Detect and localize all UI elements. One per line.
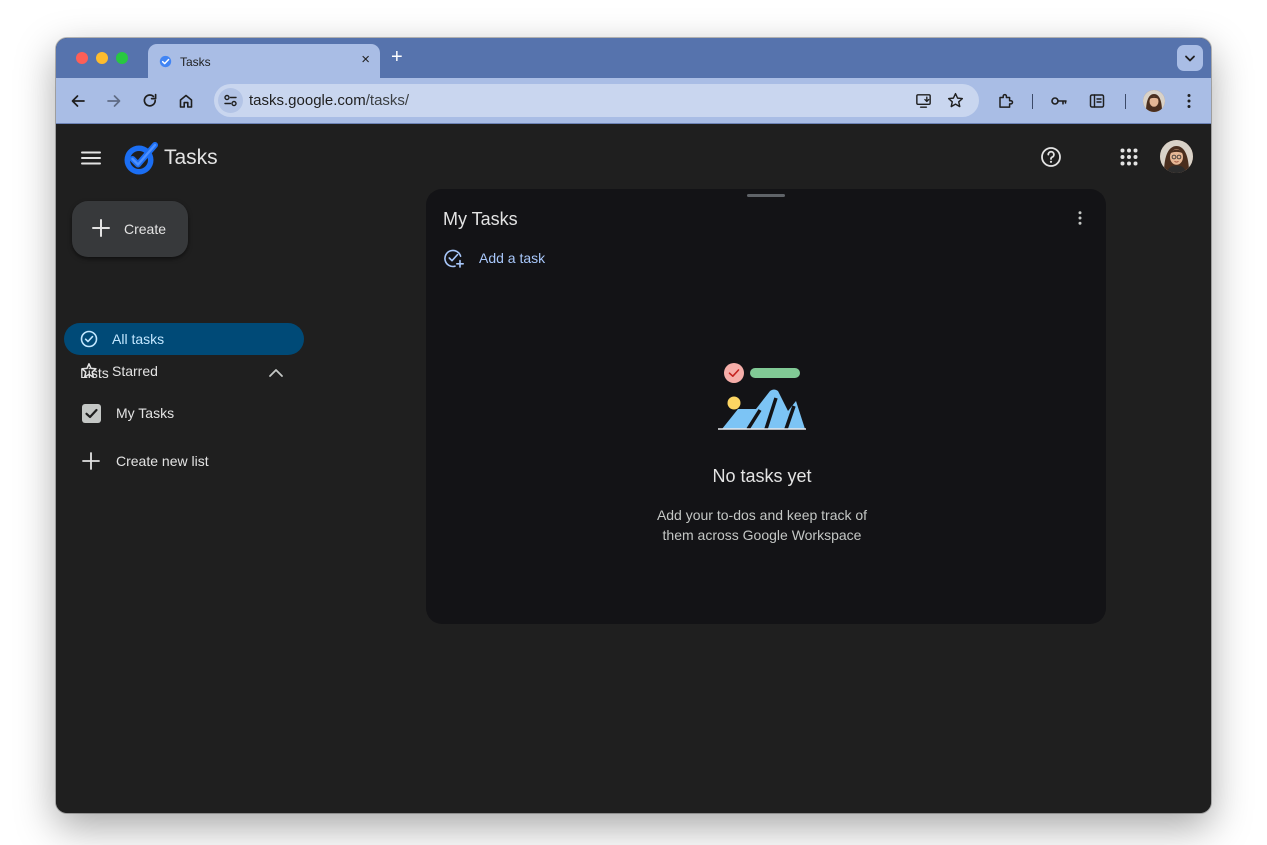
list-checkbox[interactable]	[82, 404, 101, 423]
browser-toolbar: tasks.google.com/tasks/	[56, 78, 1211, 124]
help-icon[interactable]	[1040, 146, 1062, 168]
plus-icon	[92, 219, 110, 237]
tasks-logo-icon	[124, 142, 158, 175]
password-key-icon[interactable]	[1049, 91, 1069, 111]
browser-tab[interactable]: Tasks ×	[148, 44, 380, 78]
tasks-favicon-icon	[159, 55, 172, 68]
install-app-icon[interactable]	[914, 91, 933, 110]
url-host: tasks.google.com	[249, 92, 366, 109]
profile-avatar[interactable]	[1143, 90, 1165, 112]
nav-item-label: All tasks	[112, 331, 165, 347]
create-new-list-button[interactable]: Create new list	[116, 453, 209, 469]
add-task-button[interactable]: Add a task	[479, 250, 545, 266]
check-circle-icon	[80, 330, 98, 348]
create-button-label: Create	[124, 221, 167, 237]
toolbar-separator	[1125, 94, 1126, 109]
extensions-icon[interactable]	[996, 91, 1016, 111]
address-bar[interactable]: tasks.google.com/tasks/	[214, 84, 979, 117]
more-vert-icon[interactable]	[1179, 91, 1199, 111]
google-apps-grid-icon[interactable]	[1118, 146, 1140, 168]
tasks-app: Tasks Create All tasks Starred Lists My …	[56, 125, 1211, 813]
site-info-button[interactable]	[218, 88, 243, 113]
app-name: Tasks	[164, 146, 218, 169]
url-text: tasks.google.com/tasks/	[249, 92, 409, 109]
chevron-down-icon	[1185, 55, 1195, 62]
url-path: /tasks/	[365, 92, 410, 109]
avatar-image-icon	[1143, 90, 1165, 112]
list-options-icon[interactable]	[1071, 209, 1089, 227]
reading-list-icon[interactable]	[1087, 91, 1107, 111]
minimize-window-button[interactable]	[96, 52, 108, 64]
tab-search-button[interactable]	[1177, 45, 1203, 71]
nav-item-label: Starred	[112, 363, 158, 379]
plus-icon[interactable]	[80, 450, 102, 472]
browser-window: Tasks × + tasks.google.com/tasks/ Tasks …	[56, 38, 1211, 813]
close-window-button[interactable]	[76, 52, 88, 64]
task-list-panel: My Tasks Add a task No tasks yet Add you…	[426, 189, 1106, 624]
empty-state-title: No tasks yet	[712, 466, 812, 486]
empty-tasks-illustration	[718, 363, 806, 430]
home-icon[interactable]	[176, 91, 196, 111]
bookmark-star-icon[interactable]	[946, 91, 965, 110]
empty-state-description-line: Add your to-dos and keep track of	[656, 507, 868, 523]
drag-handle[interactable]	[747, 194, 785, 197]
reload-icon[interactable]	[140, 91, 160, 111]
empty-state-description: Add your to-dos and keep track of them a…	[426, 505, 1098, 545]
chevron-up-icon[interactable]	[266, 363, 286, 383]
avatar-image-icon	[1160, 140, 1193, 173]
back-icon[interactable]	[68, 91, 88, 111]
account-avatar[interactable]	[1160, 140, 1193, 173]
lists-heading: Lists	[80, 365, 109, 381]
toolbar-separator	[1032, 94, 1033, 109]
create-button[interactable]: Create	[72, 201, 188, 257]
main-menu-icon[interactable]	[80, 147, 102, 169]
tune-icon	[224, 94, 237, 107]
add-task-icon[interactable]	[443, 248, 464, 269]
tab-close-icon[interactable]: ×	[361, 52, 370, 68]
tab-strip: Tasks × +	[56, 38, 1211, 78]
zoom-window-button[interactable]	[116, 52, 128, 64]
panel-title: My Tasks	[443, 209, 518, 229]
tab-title: Tasks	[180, 55, 211, 69]
empty-state-description-line: them across Google Workspace	[662, 527, 862, 543]
nav-item-all-tasks[interactable]: All tasks	[64, 323, 304, 355]
forward-icon[interactable]	[104, 91, 124, 111]
new-tab-button[interactable]: +	[391, 47, 403, 67]
checkmark-icon	[85, 408, 98, 419]
list-item-my-tasks[interactable]: My Tasks	[116, 405, 174, 421]
